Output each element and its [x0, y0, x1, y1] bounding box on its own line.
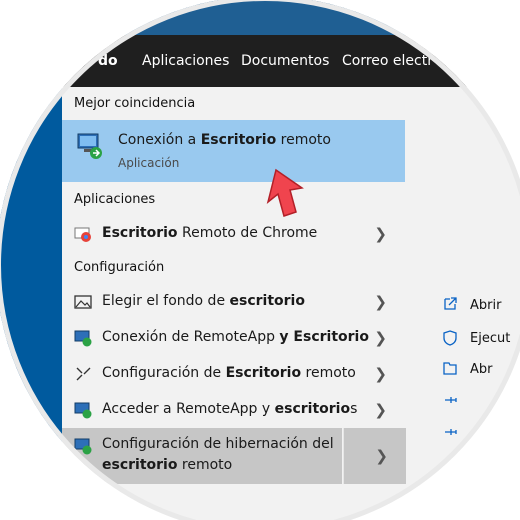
- best-match-title-prefix: Conexión a: [118, 132, 201, 148]
- remote-config-icon: [76, 367, 91, 381]
- result-fondo-bold: escritorio: [229, 293, 305, 309]
- result-config-remoto-suffix: remoto: [301, 365, 356, 381]
- tab-documentos-label: Documentos: [241, 53, 330, 69]
- result-hibernacion-bold: escritorio: [102, 457, 178, 473]
- result-acceder-suffix: s: [350, 401, 358, 417]
- result-chrome-remote-bold: Escritorio: [102, 225, 178, 241]
- tab-todo[interactable]: do: [98, 35, 118, 89]
- remote-app-icon: [74, 402, 92, 419]
- action-open-location[interactable]: Abr: [470, 362, 493, 377]
- remote-desktop-icon: [77, 133, 102, 159]
- image-icon: [74, 295, 92, 309]
- chevron-right-icon[interactable]: ❯: [374, 365, 387, 383]
- result-chrome-remote-suffix: Remoto de Chrome: [177, 225, 318, 241]
- best-match-title: Conexión a Escritorio remoto: [118, 132, 331, 148]
- remote-app-icon: [74, 330, 92, 347]
- shield-icon: [443, 330, 457, 346]
- result-config-remoto-prefix: Configuración de: [102, 365, 226, 381]
- result-acceder-remoteapp[interactable]: Acceder a RemoteApp y escritorios ❯: [62, 392, 405, 428]
- best-match-title-bold: Escritorio: [200, 132, 277, 148]
- chevron-right-icon[interactable]: ❯: [375, 447, 388, 465]
- result-fondo-prefix: Elegir el fondo de: [102, 293, 230, 309]
- result-remoteapp-bold: y Escritorio: [279, 329, 369, 345]
- best-match-heading: Mejor coincidencia: [74, 96, 196, 111]
- tab-correo[interactable]: Correo electr: [342, 35, 433, 87]
- config-heading: Configuración: [74, 260, 165, 275]
- tab-correo-label: Correo electr: [342, 53, 433, 69]
- right-actions-panel: [406, 280, 520, 520]
- tab-aplicaciones-label: Aplicaciones: [142, 53, 230, 69]
- remote-app-icon: [74, 438, 92, 455]
- folder-icon: [443, 362, 457, 375]
- tab-documentos[interactable]: Documentos: [241, 35, 329, 87]
- result-hibernacion-suffix: remoto: [177, 457, 233, 473]
- result-chrome-remote-label: Escritorio Remoto de Chrome: [102, 225, 317, 241]
- result-hibernacion[interactable]: Configuración de hibernación del escrito…: [62, 428, 342, 484]
- action-run-admin[interactable]: Ejecut: [470, 331, 510, 346]
- best-match-subtitle: Aplicación: [118, 156, 180, 170]
- result-config-remoto-label: Configuración de Escritorio remoto: [102, 365, 356, 381]
- result-acceder-label: Acceder a RemoteApp y escritorios: [102, 401, 357, 417]
- chevron-right-icon[interactable]: ❯: [374, 293, 387, 311]
- open-icon: [444, 297, 457, 310]
- result-fondo-escritorio-label: Elegir el fondo de escritorio: [102, 293, 305, 309]
- tab-todo-label: do: [98, 53, 118, 69]
- action-open[interactable]: Abrir: [470, 298, 501, 313]
- result-hibernacion-line2: escritorio remoto: [102, 457, 232, 473]
- chevron-right-icon[interactable]: ❯: [374, 225, 387, 243]
- result-fondo-escritorio[interactable]: Elegir el fondo de escritorio ❯: [62, 284, 405, 320]
- screenshot-stage: do Aplicaciones Documentos Correo electr…: [0, 0, 520, 520]
- result-remoteapp-label: Conexión de RemoteApp y Escritorio: [102, 329, 369, 345]
- best-match-item[interactable]: [62, 120, 405, 182]
- result-remoteapp-escritorio[interactable]: Conexión de RemoteApp y Escritorio ❯: [62, 320, 405, 356]
- chevron-right-icon[interactable]: ❯: [374, 329, 387, 347]
- result-acceder-bold: escritorio: [274, 401, 351, 417]
- result-config-escritorio-remoto[interactable]: Configuración de Escritorio remoto ❯: [62, 356, 405, 392]
- result-hibernacion-expand[interactable]: ❯: [343, 428, 406, 484]
- start-left-strip: [0, 90, 62, 520]
- pin-icon[interactable]: [442, 424, 458, 440]
- result-chrome-remote[interactable]: Escritorio Remoto de Chrome ❯: [62, 216, 405, 252]
- tab-aplicaciones[interactable]: Aplicaciones: [142, 35, 229, 87]
- result-acceder-prefix: Acceder a RemoteApp y: [102, 401, 275, 417]
- pin-icon[interactable]: [442, 392, 458, 408]
- apps-heading: Aplicaciones: [74, 192, 156, 207]
- result-remoteapp-prefix: Conexión de RemoteApp: [102, 329, 280, 345]
- result-hibernacion-line1: Configuración de hibernación del: [102, 436, 334, 452]
- search-tabs-bar: do Aplicaciones Documentos Correo electr: [0, 35, 520, 89]
- result-config-remoto-bold: Escritorio: [225, 365, 302, 381]
- chrome-remote-icon: [74, 227, 91, 242]
- chevron-right-icon[interactable]: ❯: [374, 401, 387, 419]
- best-match-title-suffix: remoto: [276, 132, 331, 148]
